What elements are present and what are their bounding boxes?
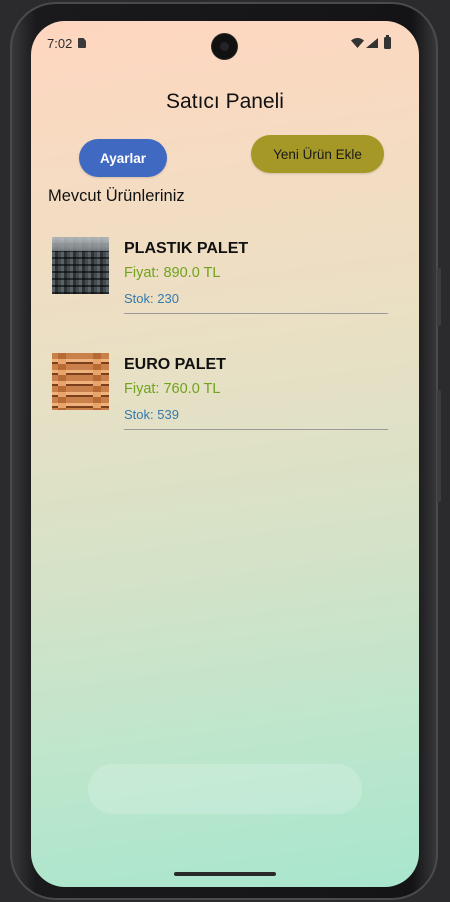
front-camera <box>212 34 237 59</box>
page-title: Satıcı Paneli <box>166 90 284 113</box>
app-screen: 7:02 Satıcı Paneli Ayarlar Yeni Ürün Ekl… <box>31 21 419 887</box>
product-image <box>52 237 109 294</box>
product-image <box>52 353 109 410</box>
product-item[interactable]: PLASTIK PALET Fiyat: 890.0 TL Stok: 230 <box>52 237 392 317</box>
add-product-button[interactable]: Yeni Ürün Ekle <box>251 135 384 173</box>
wifi-icon <box>351 38 364 48</box>
product-price: Fiyat: 890.0 TL <box>124 265 221 281</box>
status-time: 7:02 <box>47 36 73 51</box>
power-button <box>437 268 441 326</box>
battery-icon <box>384 35 391 49</box>
sim-card-icon <box>78 38 86 48</box>
status-bar: 7:02 <box>31 21 419 65</box>
product-stock: Stok: 230 <box>124 291 179 306</box>
product-item[interactable]: EURO PALET Fiyat: 760.0 TL Stok: 539 <box>52 353 392 433</box>
divider <box>124 313 388 314</box>
volume-button <box>437 390 441 502</box>
product-name: EURO PALET <box>124 356 226 373</box>
home-indicator[interactable] <box>174 872 276 876</box>
settings-button[interactable]: Ayarlar <box>79 139 167 177</box>
product-name: PLASTIK PALET <box>124 240 249 257</box>
divider <box>124 429 388 430</box>
bottom-nav-bar[interactable] <box>88 764 362 814</box>
section-title: Mevcut Ürünleriniz <box>48 187 185 205</box>
signal-icon <box>366 38 378 48</box>
product-price: Fiyat: 760.0 TL <box>124 381 221 397</box>
product-stock: Stok: 539 <box>124 407 179 422</box>
